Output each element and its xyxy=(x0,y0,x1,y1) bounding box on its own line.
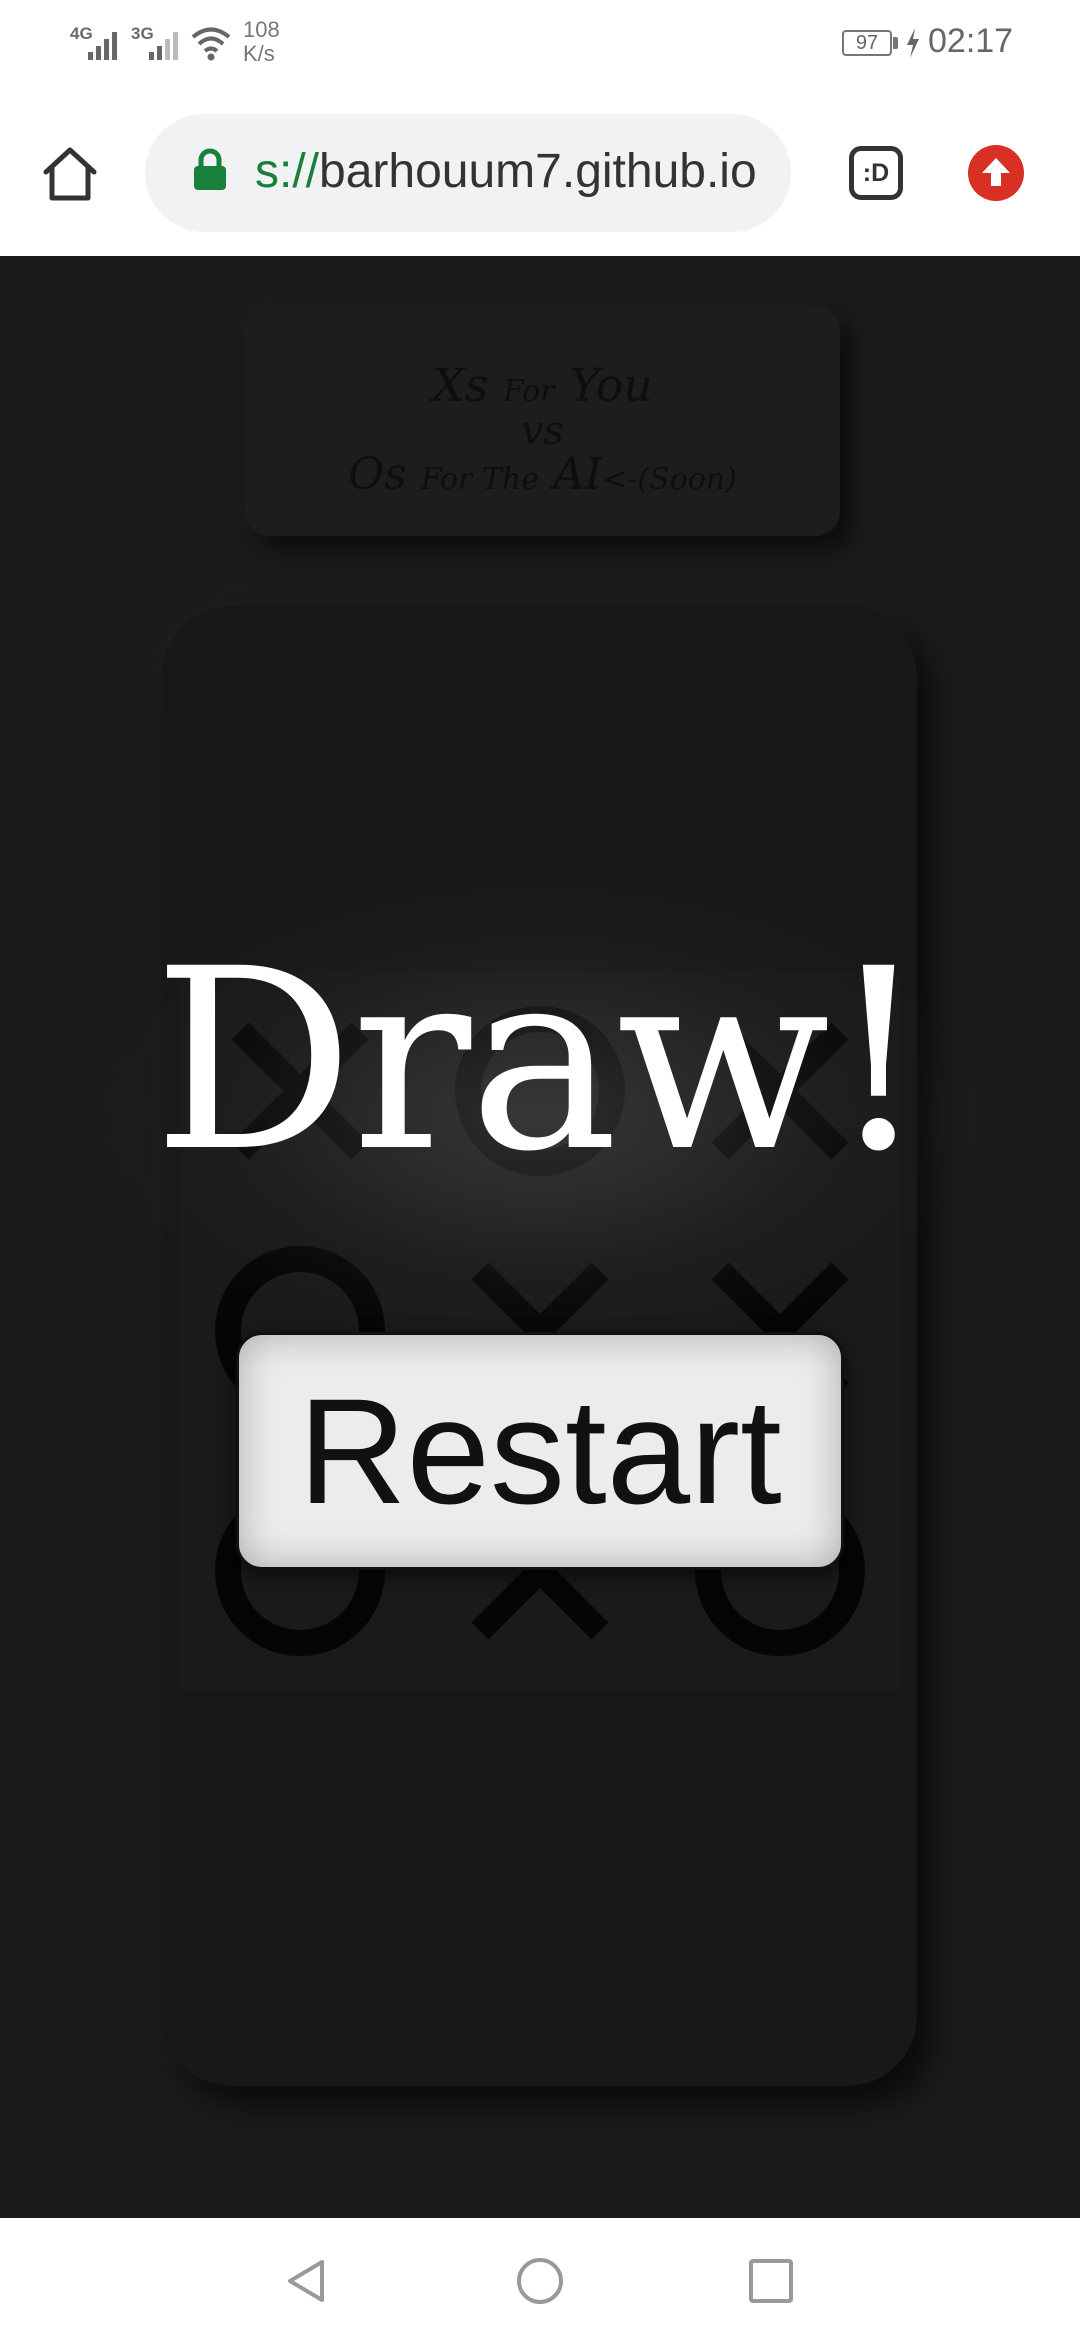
address-bar[interactable]: s://barhouum7.github.io xyxy=(145,114,791,232)
browser-toolbar: s://barhouum7.github.io :D xyxy=(0,92,1080,256)
web-page: Xs For You vs Os For The AI<-(Soon) Draw… xyxy=(0,256,1080,2218)
title-ai: AI xyxy=(553,449,603,500)
restart-button[interactable]: Restart xyxy=(236,1332,844,1570)
title-you: You xyxy=(569,358,653,412)
title-line-1: Xs For You xyxy=(245,358,840,412)
status-time: 02:17 xyxy=(928,22,1014,60)
tab-switcher-icon[interactable]: :D xyxy=(849,146,903,200)
signal-bars-icon xyxy=(149,32,178,60)
recents-icon[interactable] xyxy=(746,2256,796,2306)
arrow-up-icon xyxy=(982,158,1010,186)
url-host: barhouum7.github.io xyxy=(319,145,757,198)
title-card: Xs For You vs Os For The AI<-(Soon) xyxy=(245,306,840,536)
lock-icon xyxy=(194,148,226,190)
home-circle-icon[interactable] xyxy=(515,2256,565,2306)
signal-bars-icon xyxy=(88,32,117,60)
update-icon[interactable] xyxy=(968,145,1024,201)
title-os: Os xyxy=(348,449,407,500)
title-line-3: Os For The AI<-(Soon) xyxy=(245,449,840,500)
navigation-bar xyxy=(0,2218,1080,2340)
title-soon: <-(Soon) xyxy=(602,462,737,497)
title-for: For xyxy=(503,374,555,409)
network-speed-value: 108 xyxy=(243,17,280,42)
title-line-2: vs xyxy=(520,408,565,454)
result-text: Draw! xyxy=(153,915,928,1206)
title-for-the: For The xyxy=(420,462,539,497)
back-icon[interactable] xyxy=(282,2256,332,2306)
charging-bolt-icon xyxy=(907,28,919,58)
battery-tip xyxy=(893,37,898,49)
network-speed-unit: K/s xyxy=(243,41,275,66)
home-icon[interactable] xyxy=(38,142,102,206)
url-scheme: s:// xyxy=(255,145,320,198)
wifi-icon xyxy=(191,27,231,61)
network-speed: 108 K/s xyxy=(243,18,280,66)
title-xs: Xs xyxy=(432,358,489,412)
status-bar: 4G 3G 108 K/s 97 02:17 xyxy=(0,0,1080,92)
url-text: s://barhouum7.github.io xyxy=(255,144,757,199)
battery-level: 97 xyxy=(842,30,892,56)
